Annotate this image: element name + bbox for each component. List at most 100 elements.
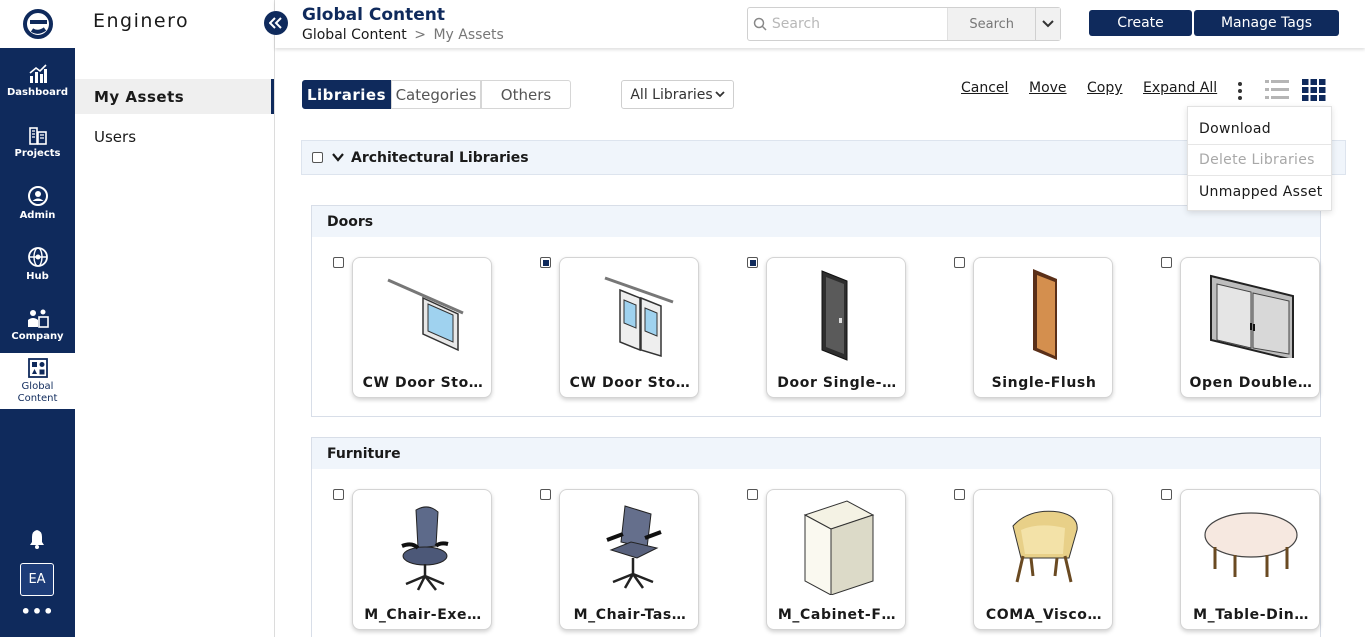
cancel-link[interactable]: Cancel [961,80,1008,96]
secondary-sidebar: Enginero My Assets Users [75,0,275,637]
more-options-icon[interactable]: ••• [0,602,75,621]
rail-item-company[interactable]: Company [0,296,75,354]
asset-card[interactable]: COMA_Visco… [973,489,1113,630]
task-chair-thumbnail [560,490,698,600]
asset-name: M_Chair-Exe… [364,607,482,623]
asset-name: CW Door Sto… [569,375,691,391]
double-chevron-left-icon [269,17,282,29]
chevron-down-icon [715,91,725,98]
collapse-sidebar-button[interactable] [264,11,288,35]
rail-item-label: Hub [26,270,49,282]
breadcrumb-link[interactable]: Global Content [302,27,407,43]
list-view-icon[interactable] [1265,79,1289,101]
library-checkbox[interactable] [312,152,323,163]
asset-name: M_Chair-Tas… [573,607,687,623]
enginero-logo[interactable] [0,0,75,48]
create-button[interactable]: Create [1089,10,1192,36]
copy-link[interactable]: Copy [1087,80,1123,96]
asset-name: Open Double… [1189,375,1313,391]
sidebar-item-users[interactable]: Users [75,119,274,154]
search-icon [748,8,772,40]
group-title: Furniture [312,438,1320,469]
asset-checkbox[interactable] [540,257,551,268]
asset-checkbox[interactable] [954,257,965,268]
buildings-icon [28,126,47,145]
search-bar: Search [747,7,1061,41]
top-header: Global Content Global Content > My Asset… [275,0,1365,48]
rail-item-label: Projects [14,147,61,159]
search-input[interactable] [771,8,948,40]
app-root: Dashboard Projects Admin Hub Company Glo… [0,0,1365,637]
asset-card[interactable]: CW Door Sto… [352,257,492,398]
search-button[interactable]: Search [947,8,1036,40]
asset-name: Single-Flush [991,375,1097,391]
library-filter-select[interactable]: All Libraries [621,80,734,109]
chevron-down-icon[interactable] [332,153,344,162]
asset-group-doors: Doors CW Door Sto… CW Door Sto… Door Sin… [311,205,1321,417]
menu-item-download[interactable]: Download [1188,107,1331,145]
page-title: Global Content [302,5,445,25]
breadcrumb: Global Content > My Assets [302,27,504,43]
search-scope-dropdown[interactable] [1035,8,1060,40]
asset-card[interactable]: Open Double… [1180,257,1320,398]
office-chair-thumbnail [353,490,491,600]
rail-item-label: Admin [19,209,56,221]
asset-checkbox[interactable] [1161,257,1172,268]
asset-checkbox[interactable] [954,489,965,500]
rail-item-label: Company [11,330,64,342]
asset-card[interactable]: M_Chair-Exe… [352,489,492,630]
notifications-bell-icon[interactable] [26,528,48,554]
expand-all-link[interactable]: Expand All [1143,80,1217,96]
rail-item-projects[interactable]: Projects [0,113,75,171]
user-avatar[interactable]: EA [20,563,54,596]
menu-item-delete-libraries: Delete Libraries [1188,145,1331,176]
admin-user-icon [27,185,48,206]
brand-name: Enginero [93,10,190,32]
asset-group-furniture: Furniture M_Chair-Exe… M_Chair-Tas… M_Ca… [311,437,1321,637]
asset-checkbox[interactable] [747,489,758,500]
lounge-chair-thumbnail [974,490,1112,600]
group-title: Doors [312,206,1320,237]
actions-dropdown-menu: Download Delete Libraries Unmapped Asset [1187,106,1332,211]
menu-item-unmapped-asset[interactable]: Unmapped Asset [1188,176,1331,207]
asset-card[interactable]: Door Single-… [766,257,906,398]
grid-view-icon[interactable] [1302,79,1326,101]
asset-card[interactable]: M_Cabinet-F… [766,489,906,630]
sliding-door-single-thumbnail [353,258,491,368]
asset-checkbox[interactable] [540,489,551,500]
rail-item-hub[interactable]: Hub [0,235,75,293]
asset-card[interactable]: CW Door Sto… [559,257,699,398]
asset-checkbox[interactable] [333,489,344,500]
cabinet-box-thumbnail [767,490,905,600]
rail-item-label: Dashboard [7,86,68,98]
move-link[interactable]: Move [1029,80,1067,96]
sliding-door-double-thumbnail [560,258,698,368]
rail-item-global-content[interactable]: Global Content [0,353,75,409]
asset-card[interactable]: M_Chair-Tas… [559,489,699,630]
asset-name: M_Cabinet-F… [777,607,897,623]
breadcrumb-current: My Assets [433,27,504,43]
asset-card[interactable]: M_Table-Din… [1180,489,1320,630]
main-content: Libraries Categories Others All Librarie… [275,48,1365,637]
kebab-menu-icon[interactable] [1235,81,1245,101]
library-filter-value: All Libraries [630,86,713,103]
asset-card[interactable]: Single-Flush [973,257,1113,398]
tab-others[interactable]: Others [481,80,571,109]
sidebar-item-my-assets[interactable]: My Assets [75,79,274,114]
library-title: Architectural Libraries [351,149,529,166]
asset-checkbox[interactable] [333,257,344,268]
breadcrumb-separator: > [414,27,426,43]
round-table-thumbnail [1181,490,1319,600]
rail-item-admin[interactable]: Admin [0,174,75,232]
door-double-open-thumbnail [1181,258,1319,368]
manage-tags-button[interactable]: Manage Tags [1194,10,1339,36]
asset-name: Door Single-… [777,375,897,391]
asset-checkbox[interactable] [747,257,758,268]
asset-checkbox[interactable] [1161,489,1172,500]
enginero-logo-icon [22,9,53,39]
asset-name: M_Table-Din… [1193,607,1309,623]
rail-item-dashboard[interactable]: Dashboard [0,52,75,110]
tab-categories[interactable]: Categories [391,80,481,109]
tab-libraries[interactable]: Libraries [302,80,391,109]
global-content-icon [27,357,48,378]
